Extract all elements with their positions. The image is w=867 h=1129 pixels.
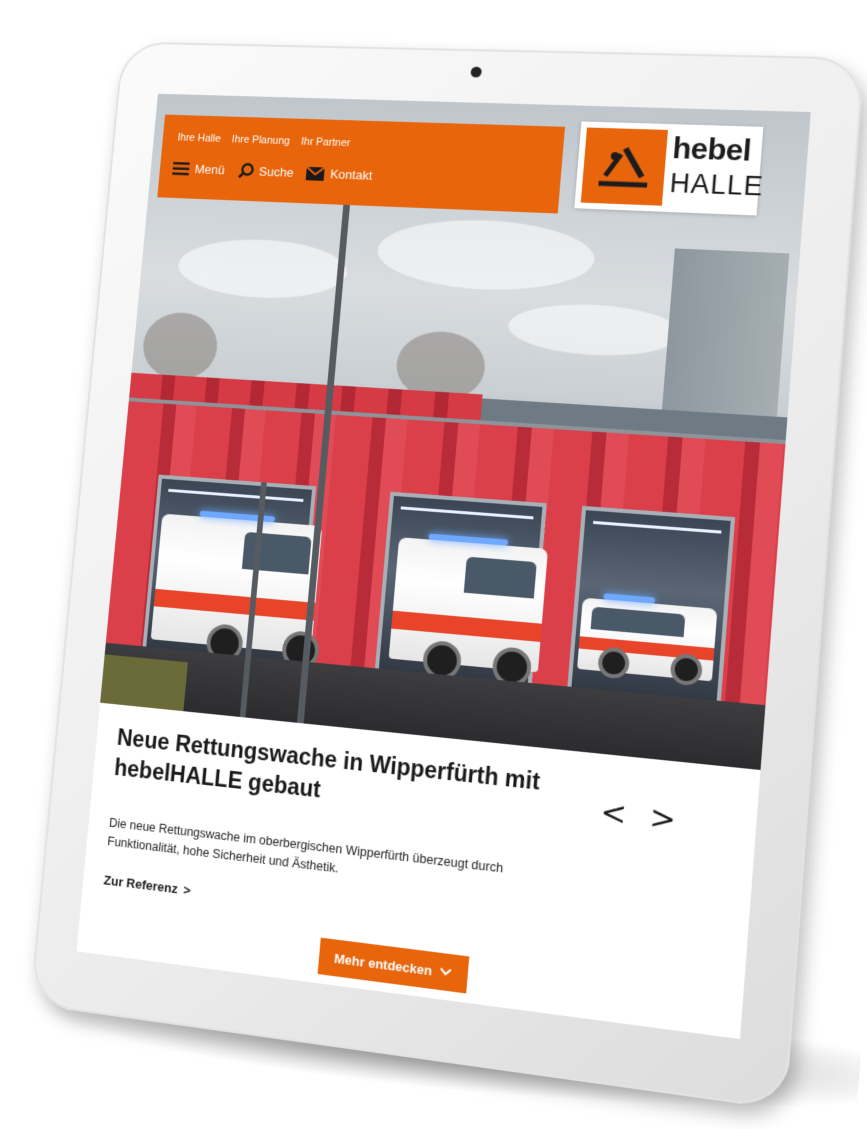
tree (140, 310, 221, 382)
tablet-screen: Ihre Halle Ihre Planung Ihr Partner Menü (76, 93, 811, 1040)
grass-patch (100, 654, 188, 712)
contact-button[interactable]: Kontakt (306, 166, 373, 183)
camera-dot (470, 66, 483, 78)
top-navigation: Ihre Halle Ihre Planung Ihr Partner Menü (157, 114, 565, 214)
search-button[interactable]: Suche (237, 162, 294, 180)
contact-label: Kontakt (329, 166, 373, 183)
nav-link-ihre-planung[interactable]: Ihre Planung (231, 134, 290, 147)
next-slide-button[interactable]: > (648, 800, 677, 839)
hamburger-icon (172, 161, 190, 176)
hebel-logo-mark (580, 127, 668, 206)
top-link-group: Ihre Halle Ihre Planung Ihr Partner (177, 132, 351, 149)
ambulance (388, 533, 549, 688)
envelope-icon (306, 166, 326, 181)
reference-link[interactable]: Zur Referenz > (103, 872, 191, 897)
cloud (175, 236, 350, 302)
logo-text-hebel: hebel (671, 132, 753, 168)
emergency-car (577, 593, 718, 687)
hebelhalle-logo[interactable]: hebel HALLE (574, 121, 765, 216)
search-label: Suche (258, 164, 295, 180)
cloud (374, 216, 598, 295)
ambulance (150, 510, 323, 671)
menu-button[interactable]: Menü (172, 161, 225, 177)
tablet-device: Ihre Halle Ihre Planung Ihr Partner Menü (29, 41, 865, 1111)
nav-link-ihr-partner[interactable]: Ihr Partner (301, 136, 351, 149)
discover-more-button[interactable]: Mehr entdecken (317, 937, 470, 994)
reference-link-label: Zur Referenz (103, 872, 179, 897)
previous-slide-button[interactable]: < (599, 794, 628, 833)
chevron-down-icon (440, 967, 453, 977)
slider-arrows: < > (599, 794, 677, 839)
magnifier-icon (237, 162, 254, 179)
nav-link-ihre-halle[interactable]: Ihre Halle (177, 132, 221, 145)
discover-more-label: Mehr entdecken (333, 950, 433, 979)
logo-text-halle: HALLE (668, 168, 765, 202)
main-nav-row: Menü Suche Kontakt (172, 160, 373, 184)
menu-label: Menü (194, 161, 226, 178)
chevron-right-icon: > (182, 882, 192, 898)
cloud (506, 300, 683, 360)
